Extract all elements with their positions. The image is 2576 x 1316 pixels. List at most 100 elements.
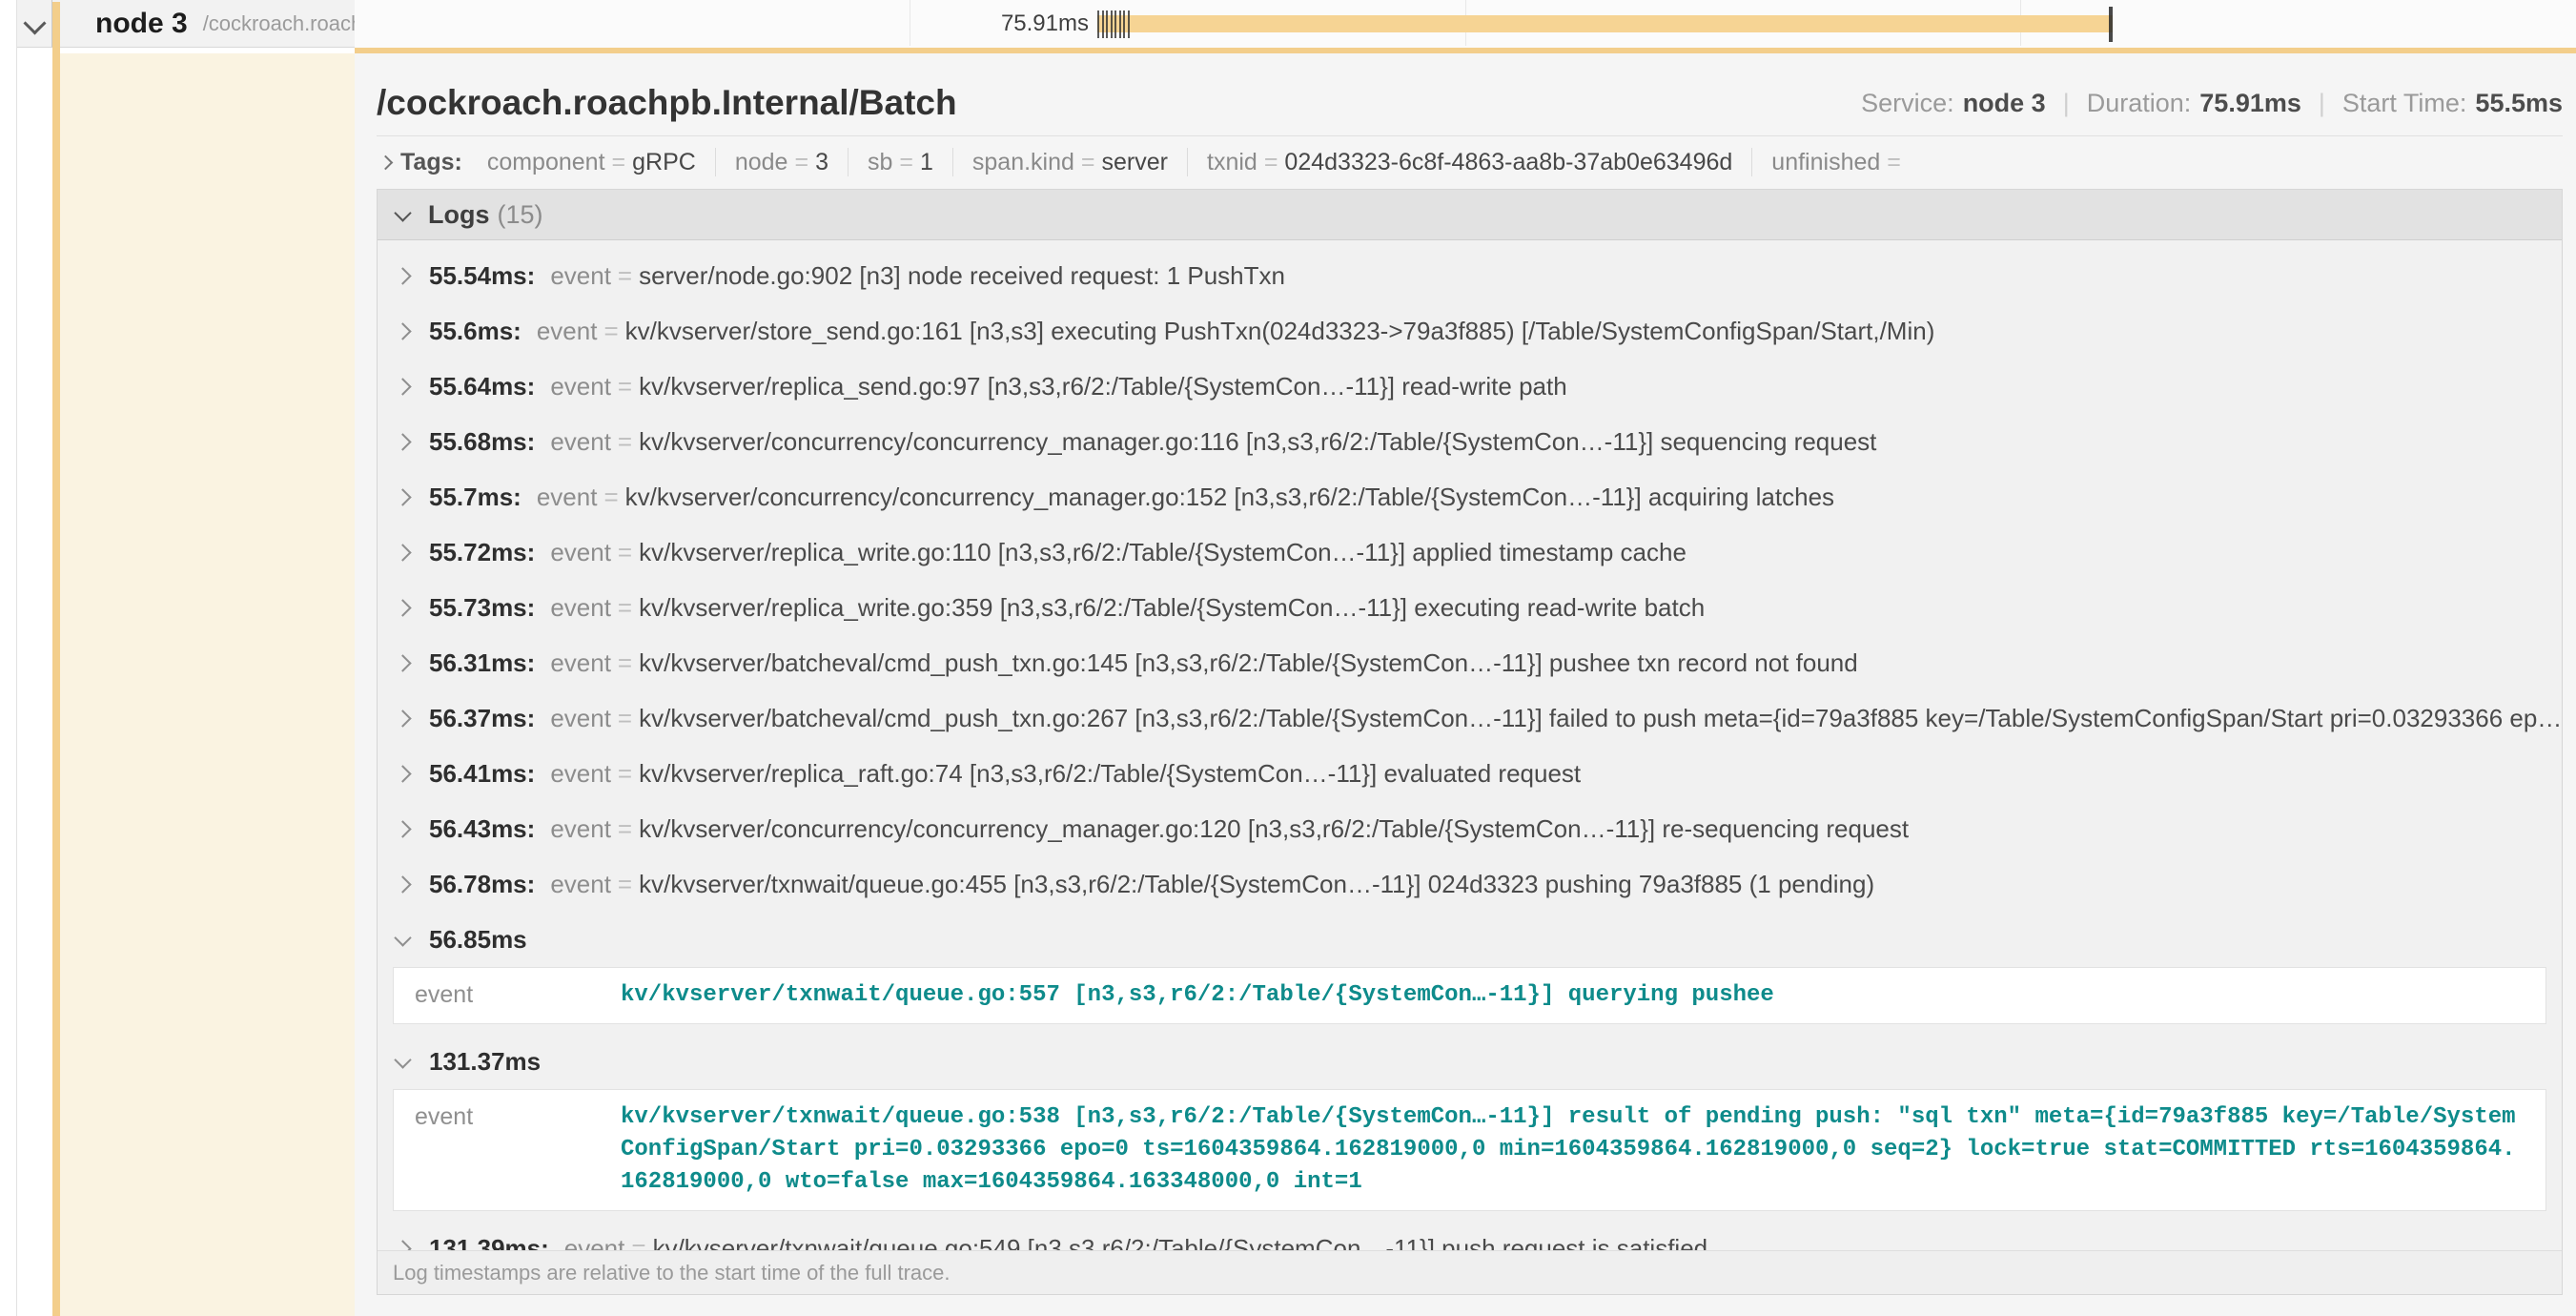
tag-key: sb: [868, 148, 892, 176]
log-marker-tick: [1111, 10, 1113, 38]
log-entry[interactable]: 55.64ms:event=kv/kvserver/replica_send.g…: [378, 359, 2562, 414]
equals-sign: =: [611, 870, 639, 899]
log-timestamp: 56.78ms:: [429, 870, 535, 899]
log-field-key: event: [550, 261, 611, 291]
equals-sign: =: [605, 148, 633, 176]
log-field-key: event: [550, 759, 611, 789]
tag-value: gRPC: [632, 148, 696, 176]
collapse-span-button[interactable]: [17, 0, 52, 48]
meta-label: Service:: [1861, 89, 1954, 118]
chevron-right-icon: [394, 488, 411, 505]
log-timestamp: 55.54ms:: [429, 261, 535, 291]
chevron-right-icon: [394, 709, 411, 727]
log-message: kv/kvserver/replica_write.go:359 [n3,s3,…: [639, 593, 1705, 623]
span-name-cell[interactable]: node 3 /cockroach.roach…: [52, 0, 355, 48]
log-timestamp: 56.85ms: [429, 925, 527, 955]
tag-key: node: [735, 148, 788, 176]
meta-value: 75.91ms: [2199, 89, 2301, 118]
log-fields-table: eventkv/kvserver/txnwait/queue.go:557 [n…: [393, 967, 2546, 1024]
log-entry[interactable]: 56.31ms:event=kv/kvserver/batcheval/cmd_…: [378, 635, 2562, 690]
span-title: /cockroach.roachpb.Internal/Batch: [377, 82, 957, 124]
log-entry[interactable]: 55.7ms:event=kv/kvserver/concurrency/con…: [378, 469, 2562, 524]
log-entry[interactable]: 55.6ms:event=kv/kvserver/store_send.go:1…: [378, 303, 2562, 359]
chevron-right-icon: [394, 322, 411, 339]
log-marker-tick: [1097, 10, 1099, 38]
log-timestamp: 131.37ms: [429, 1047, 541, 1077]
span-duration-label: 75.91ms: [355, 0, 1089, 48]
log-field-key: event: [550, 427, 611, 457]
log-marker-tick: [1119, 10, 1121, 38]
chevron-right-icon: [394, 378, 411, 395]
log-entry-expanded[interactable]: 131.37ms: [378, 1034, 2562, 1089]
equals-sign: =: [611, 814, 639, 844]
log-field-key: event: [394, 1090, 621, 1210]
tag-item: sb=1: [848, 148, 952, 176]
tag-value: 1: [920, 148, 933, 176]
span-detail-header: /cockroach.roachpb.Internal/Batch Servic…: [377, 53, 2563, 124]
log-timestamp: 55.7ms:: [429, 483, 521, 512]
log-entry[interactable]: 55.54ms:event=server/node.go:902 [n3] no…: [378, 248, 2562, 303]
tag-item: unfinished=: [1751, 148, 1927, 176]
log-entry[interactable]: 55.73ms:event=kv/kvserver/replica_write.…: [378, 580, 2562, 635]
meta-separator: |: [2319, 89, 2325, 118]
tag-key: component: [487, 148, 605, 176]
log-marker-tick: [1128, 10, 1130, 38]
equals-sign: =: [611, 759, 639, 789]
log-field-key: event: [394, 968, 621, 1023]
chevron-right-icon: [394, 267, 411, 284]
equals-sign: =: [611, 538, 639, 567]
equals-sign: =: [611, 593, 639, 623]
chevron-down-icon: [394, 929, 411, 946]
equals-sign: =: [597, 317, 624, 346]
log-message: kv/kvserver/concurrency/concurrency_mana…: [625, 483, 1834, 512]
chevron-down-icon: [23, 11, 46, 34]
logs-accordion-header[interactable]: Logs (15): [378, 190, 2562, 240]
log-timestamp: 55.68ms:: [429, 427, 535, 457]
log-entry[interactable]: 56.37ms:event=kv/kvserver/batcheval/cmd_…: [378, 690, 2562, 746]
tag-item: component=gRPC: [468, 148, 715, 176]
span-service-name: node 3: [95, 8, 188, 40]
meta-label: Start Time:: [2342, 89, 2467, 118]
chevron-right-icon: [378, 154, 394, 170]
equals-sign: =: [611, 648, 639, 678]
log-message: kv/kvserver/concurrency/concurrency_mana…: [639, 427, 1876, 457]
log-field-key: event: [537, 483, 598, 512]
log-message: kv/kvserver/replica_raft.go:74 [n3,s3,r6…: [639, 759, 1581, 789]
log-entry[interactable]: 55.72ms:event=kv/kvserver/replica_write.…: [378, 524, 2562, 580]
tag-value: 024d3323-6c8f-4863-aa8b-37ab0e63496d: [1284, 148, 1732, 176]
log-entry[interactable]: 55.68ms:event=kv/kvserver/concurrency/co…: [378, 414, 2562, 469]
log-field-key: event: [550, 593, 611, 623]
chevron-down-icon: [394, 1051, 411, 1068]
log-timestamp: 56.41ms:: [429, 759, 535, 789]
log-field-value: kv/kvserver/txnwait/queue.go:557 [n3,s3,…: [621, 968, 2545, 1023]
log-entry[interactable]: 56.43ms:event=kv/kvserver/concurrency/co…: [378, 801, 2562, 856]
span-duration-bar[interactable]: [1097, 15, 2113, 32]
log-entry[interactable]: 56.78ms:event=kv/kvserver/txnwait/queue.…: [378, 856, 2562, 912]
chevron-right-icon: [394, 654, 411, 671]
tag-item: txnid=024d3323-6c8f-4863-aa8b-37ab0e6349…: [1187, 148, 1751, 176]
chevron-right-icon: [394, 544, 411, 561]
log-message: kv/kvserver/concurrency/concurrency_mana…: [639, 814, 1909, 844]
equals-sign: =: [1880, 148, 1908, 176]
log-marker-tick: [1106, 10, 1108, 38]
chevron-right-icon: [394, 765, 411, 782]
equals-sign: =: [787, 148, 815, 176]
chevron-right-icon: [394, 599, 411, 616]
span-timeline[interactable]: 75.91ms: [355, 0, 2576, 48]
log-message: kv/kvserver/replica_write.go:110 [n3,s3,…: [639, 538, 1687, 567]
tags-accordion[interactable]: Tags: component=gRPCnode=3sb=1span.kind=…: [377, 136, 2563, 189]
log-field-row: eventkv/kvserver/txnwait/queue.go:538 [n…: [394, 1090, 2545, 1210]
tag-value: 3: [815, 148, 828, 176]
logs-footer-note: Log timestamps are relative to the start…: [378, 1250, 2562, 1294]
log-field-key: event: [537, 317, 598, 346]
tag-item: node=3: [715, 148, 848, 176]
log-field-key: event: [550, 814, 611, 844]
log-entry[interactable]: 56.41ms: event=kv/kvserver/replica_raft.g…: [378, 746, 2562, 801]
chevron-right-icon: [394, 820, 411, 837]
log-marker-tick: [1114, 10, 1116, 38]
log-marker-tick: [1123, 10, 1125, 38]
log-fields-table: eventkv/kvserver/txnwait/queue.go:538 [n…: [393, 1089, 2546, 1211]
log-entry-expanded[interactable]: 56.85ms: [378, 912, 2562, 967]
log-rows: 55.54ms:event=server/node.go:902 [n3] no…: [378, 240, 2562, 1276]
log-message: kv/kvserver/replica_send.go:97 [n3,s3,r6…: [639, 372, 1567, 401]
